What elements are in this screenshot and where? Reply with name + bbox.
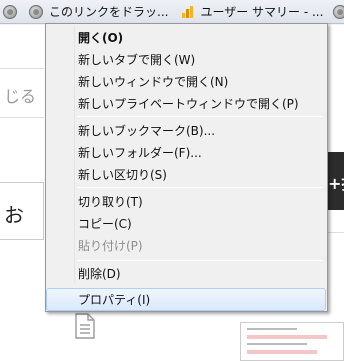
menu-item-open-private-window[interactable]: 新しいプライベートウィンドウで開く(P) [49,92,324,114]
globe-icon [3,4,17,19]
menu-item-open-new-tab[interactable]: 新しいタブで開く(W) [49,48,324,70]
menu-item-open[interactable]: 開く(O) [49,26,324,48]
bookmark-label: ユーザー サマリー - ... [200,5,324,19]
menu-item-cut[interactable]: 切り取り(T) [49,190,324,212]
menu-item-properties[interactable]: プロパティ(I) [46,288,326,311]
right-text: +找 [328,174,344,193]
left-text-1: じる [4,87,37,106]
page-thumbnail [240,322,344,361]
menu-item-new-separator[interactable]: 新しい区切り(S) [49,163,324,185]
bookmark-item-2[interactable]: このリンクをドラッ... [26,0,171,23]
menu-item-new-folder[interactable]: 新しいフォルダー(F)... [49,141,324,163]
menu-item-new-bookmark[interactable]: 新しいブックマーク(B)... [49,119,324,141]
divider [326,232,344,233]
bookmarks-toolbar: このリンクをドラッ... ユーザー サマリー - ... [0,0,344,24]
bookmark-label: このリンクをドラッ... [49,5,169,19]
menu-separator [77,116,323,117]
context-menu: 開く(O) 新しいタブで開く(W) 新しいウィンドウで開く(N) 新しいプライベ… [45,23,328,312]
left-page-strip: じる お [0,25,44,361]
chart-icon [182,5,194,18]
globe-icon [29,4,43,19]
menu-item-copy[interactable]: コピー(C) [49,212,324,234]
bookmark-item-3[interactable]: ユーザー サマリー - ... [171,0,326,23]
left-search-box[interactable]: じる [0,68,44,118]
menu-item-delete[interactable]: 削除(D) [49,262,324,284]
globe-icon [333,4,344,19]
menu-item-open-new-window[interactable]: 新しいウィンドウで開く(N) [49,70,324,92]
document-icon [75,313,95,339]
right-dark-button[interactable]: +找 [326,152,344,210]
bookmark-item-1[interactable] [0,0,20,23]
left-text-2: お [4,203,24,227]
bookmark-item-4[interactable] [330,0,344,23]
left-text-box: お [0,182,44,240]
menu-separator [77,187,323,188]
menu-item-paste: 貼り付け(P) [78,238,143,253]
menu-separator [77,260,323,261]
